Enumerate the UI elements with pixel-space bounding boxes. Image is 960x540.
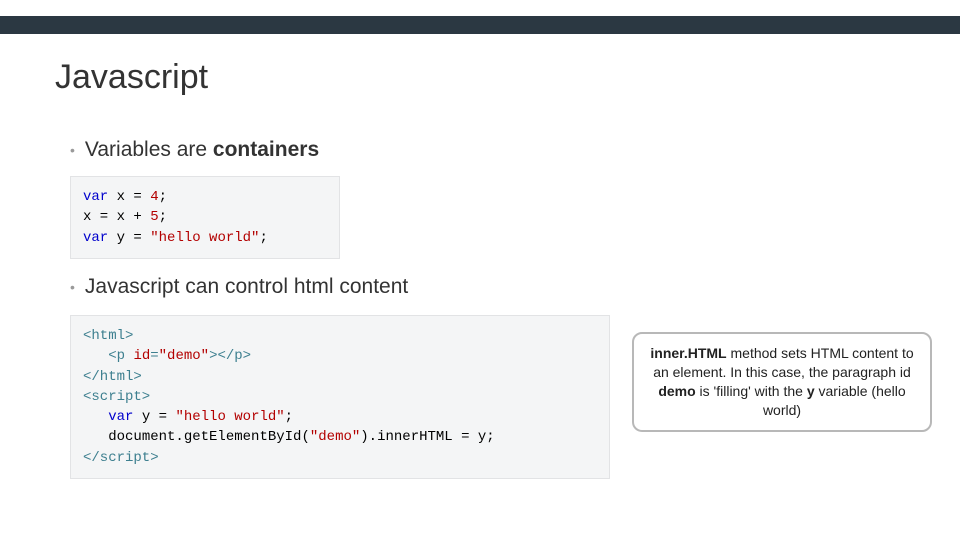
- callout-bold-innerhtml: inner.HTML: [650, 345, 726, 361]
- code2-l6c: ).innerHTML = y;: [360, 429, 494, 445]
- code2-l6a: document.getElementById(: [83, 429, 310, 445]
- code1-l3d: ;: [259, 230, 267, 246]
- num-5: 5: [150, 209, 158, 225]
- bullet1-text: Variables are containers: [85, 138, 319, 162]
- code1-l3b: y =: [108, 230, 150, 246]
- code1-l2a: x = x +: [83, 209, 150, 225]
- str-demo: "demo": [159, 348, 209, 364]
- bullet2-text: Javascript can control html content: [85, 275, 408, 299]
- callout-t4: is 'filling' with the: [696, 383, 807, 399]
- bullet-control-html: • Javascript can control html content: [70, 275, 408, 299]
- bullet-dot-icon: •: [70, 142, 75, 158]
- tag-script-open: <script>: [83, 389, 150, 405]
- code2-l5b: y =: [133, 409, 175, 425]
- bullet-variables: • Variables are containers: [70, 138, 319, 162]
- code-block-html-control: <html> <p id="demo"></p> </html> <script…: [70, 315, 610, 479]
- str-demo2: "demo": [310, 429, 360, 445]
- kw-var2: var: [83, 230, 108, 246]
- callout-bold-demo: demo: [658, 383, 695, 399]
- tag-html-close: </html>: [83, 369, 142, 385]
- bullet1-prefix: Variables are: [85, 138, 213, 161]
- kw-var3: var: [83, 409, 133, 425]
- code2-l5d: ;: [285, 409, 293, 425]
- code1-l1d: ;: [159, 189, 167, 205]
- num-4: 4: [150, 189, 158, 205]
- bullet1-bold: containers: [213, 138, 319, 161]
- top-accent-bar: [0, 16, 960, 34]
- kw-var1: var: [83, 189, 108, 205]
- str-hello1: "hello world": [150, 230, 259, 246]
- attr-eq: =: [150, 348, 158, 364]
- tag-script-close: </script>: [83, 450, 159, 466]
- tag-html-open: <html>: [83, 328, 133, 344]
- callout-innerhtml: inner.HTML method sets HTML content to a…: [632, 332, 932, 432]
- bullet-dot-icon: •: [70, 279, 75, 295]
- tag-p-close: ></p>: [209, 348, 251, 364]
- tag-p-open: <p: [83, 348, 133, 364]
- str-hello2: "hello world": [175, 409, 284, 425]
- code-block-variables: var x = 4; x = x + 5; var y = "hello wor…: [70, 176, 340, 259]
- attr-id: id: [133, 348, 150, 364]
- code1-l2c: ;: [159, 209, 167, 225]
- code1-l1b: x =: [108, 189, 150, 205]
- slide-title: Javascript: [55, 58, 208, 97]
- callout-bold-y: y: [807, 383, 815, 399]
